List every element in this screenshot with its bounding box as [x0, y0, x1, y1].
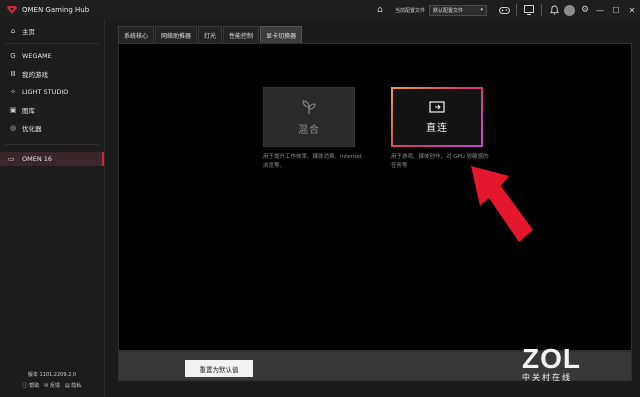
privacy-label: 隐私: [71, 383, 82, 389]
tab-system-core[interactable]: 系统核心: [118, 26, 155, 43]
tab-performance-control[interactable]: 性能控制: [223, 26, 260, 43]
gamepad-icon[interactable]: [497, 3, 511, 17]
tab-network-booster[interactable]: 网络助推器: [155, 26, 198, 43]
privacy-link[interactable]: ▤ 隐私: [65, 382, 81, 389]
bell-icon[interactable]: [547, 3, 561, 17]
divider: [6, 144, 98, 145]
mode-card-mixed[interactable]: 混合: [263, 87, 355, 147]
minimize-button[interactable]: —: [592, 0, 608, 20]
settings-icon[interactable]: ⚙: [578, 3, 592, 17]
reset-defaults-button[interactable]: 重置为默认值: [185, 360, 253, 377]
mode-label: 混合: [298, 124, 320, 136]
avatar[interactable]: [564, 4, 575, 16]
title-bar: OMEN Gaming Hub ⌂ 当前配置文件 默认配置文件 ▾ ⚙ — ☐ …: [0, 0, 640, 20]
help-link[interactable]: ⓘ 帮助: [23, 382, 40, 389]
help-label: 帮助: [29, 383, 40, 389]
sidebar-item-wegame[interactable]: G WEGAME: [0, 49, 104, 63]
sidebar-item-optimizer[interactable]: ◎ 优化器: [0, 121, 104, 135]
sidebar-item-device[interactable]: ▭ OMEN 16: [0, 152, 104, 166]
tab-bar: 系统核心 网络助推器 灯光 性能控制 显卡切换器: [118, 26, 303, 43]
sidebar-item-label: 优化器: [22, 125, 42, 133]
sidebar-item-label: 主页: [22, 28, 35, 36]
omen-logo-icon: [7, 6, 17, 14]
sidebar-item-light-studio[interactable]: ✧ LIGHT STUDIO: [0, 85, 104, 99]
divider: [6, 43, 98, 44]
profile-select[interactable]: 默认配置文件 ▾: [429, 4, 487, 16]
gpu-switcher-panel: 混合 直连 用于提升工作效率、媒体消费、Internet 浏览等。 用于游戏、媒…: [118, 43, 632, 351]
red-arrow-annotation: [471, 166, 533, 242]
divider: [541, 4, 542, 16]
mode-label: 直连: [426, 122, 448, 134]
device-label: OMEN 16: [22, 155, 53, 163]
home-icon: ⌂: [10, 27, 16, 35]
display-icon: [429, 100, 445, 113]
footer-links: ⓘ 帮助 ✉ 反馈 ▤ 隐私: [0, 382, 104, 389]
divider: [516, 4, 517, 16]
gallery-icon: ▣: [9, 106, 17, 114]
profile-label: 当前配置文件: [394, 7, 425, 14]
mode-card-direct[interactable]: 直连: [391, 87, 483, 147]
sidebar-item-label: 图库: [22, 107, 35, 115]
close-button[interactable]: ✕: [624, 0, 640, 20]
tab-lighting[interactable]: 灯光: [198, 26, 223, 43]
sidebar-item-gallery[interactable]: ▣ 图库: [0, 103, 104, 117]
watermark-sub: 中关村在线: [522, 373, 572, 382]
library-icon: Ⅲ: [10, 70, 16, 78]
version-text: 版本 1101.2209.2.0: [27, 372, 77, 378]
laptop-icon: ▭: [8, 155, 15, 163]
screen-icon[interactable]: [522, 3, 536, 17]
wegame-icon: G: [10, 52, 16, 60]
sidebar-item-label: LIGHT STUDIO: [22, 88, 69, 96]
sidebar-item-home[interactable]: ⌂ 主页: [0, 24, 104, 38]
mode-description: 用于提升工作效率、媒体消费、Internet 浏览等。: [263, 154, 362, 169]
zol-watermark: ZOL 中关村在线: [522, 344, 598, 390]
profile-select-value: 默认配置文件: [433, 7, 464, 14]
sidebar-item-label: 我的游戏: [22, 71, 48, 79]
sidebar-item-label: WEGAME: [22, 52, 52, 60]
watermark-brand: ZOL: [522, 343, 581, 374]
maximize-button[interactable]: ☐: [608, 0, 624, 20]
feedback-link[interactable]: ✉ 反馈: [44, 382, 60, 389]
sprout-icon: [302, 99, 316, 114]
tab-gpu-switcher[interactable]: 显卡切换器: [260, 26, 303, 43]
optimizer-icon: ◎: [9, 124, 17, 132]
sidebar: ⌂ 主页 G WEGAME Ⅲ 我的游戏 ✧ LIGHT STUDIO ▣ 图库…: [0, 20, 105, 397]
light-icon: ✧: [10, 88, 16, 96]
home-icon[interactable]: ⌂: [373, 3, 387, 17]
sidebar-item-my-games[interactable]: Ⅲ 我的游戏: [0, 67, 104, 81]
app-title: OMEN Gaming Hub: [22, 6, 90, 14]
chevron-down-icon: ▾: [480, 7, 483, 13]
feedback-label: 反馈: [50, 383, 61, 389]
